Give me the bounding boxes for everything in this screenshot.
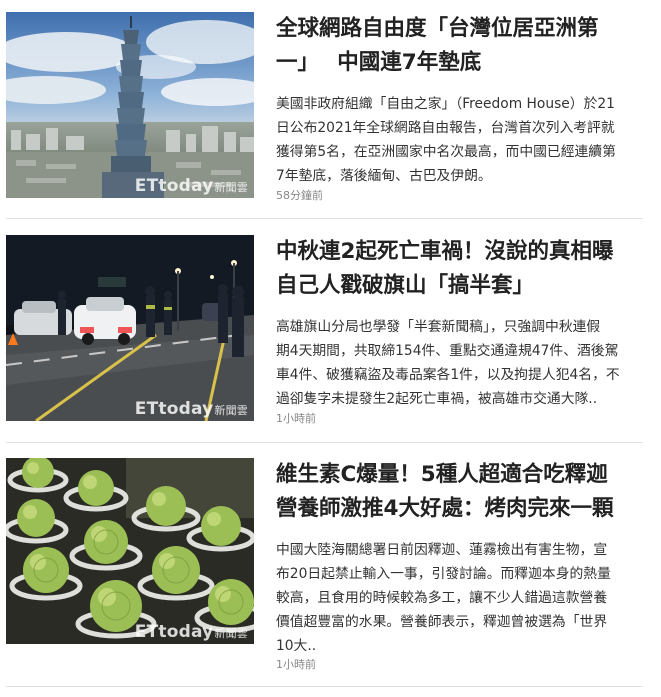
watermark: ETtoday新聞雲: [134, 176, 248, 196]
article-title[interactable]: 中秋連2起死亡車禍！沒說的真相曝 自己人戳破旗山「搞半套」: [276, 235, 646, 303]
divider: [6, 218, 643, 219]
article-summary: 中國大陸海關總署日前因釋迦、蓮霧檢出有害生物，宣 布20日起禁止輸入一事，引發討…: [276, 542, 611, 654]
news-list: ETtoday新聞雲 全球網路自由度「台灣位居亞洲第 一」 中國連7年墊底 美國…: [0, 0, 661, 697]
article-thumbnail[interactable]: ETtoday新聞雲: [6, 12, 254, 198]
article-title[interactable]: 維生素C爆量！5種人超適合吃釋迦 營養師激推4大好處：烤肉完來一顆: [276, 458, 646, 526]
article-thumbnail[interactable]: ETtoday新聞雲: [6, 458, 254, 644]
article-summary: 美國非政府組織「自由之家」（Freedom House）於21 日公布2021年…: [276, 96, 616, 184]
divider: [6, 686, 643, 687]
taipei-101-skyline-photo-icon: [6, 12, 254, 198]
article-thumbnail[interactable]: ETtoday新聞雲: [6, 235, 254, 421]
article-time: 58分鐘前: [276, 189, 323, 202]
article-time: 1小時前: [276, 658, 316, 671]
watermark: ETtoday新聞雲: [134, 622, 248, 642]
watermark: ETtoday新聞雲: [134, 399, 248, 419]
sugar-apple-fruit-photo-icon: [6, 458, 254, 644]
police-checkpoint-night-photo-icon: [6, 235, 254, 421]
article-time: 1小時前: [276, 412, 316, 425]
article-title[interactable]: 全球網路自由度「台灣位居亞洲第 一」 中國連7年墊底: [276, 12, 646, 80]
divider: [6, 442, 643, 443]
article-summary: 高雄旗山分局也學發「半套新聞稿」，只強調中秋連假 期4天期間，共取締154件、重…: [276, 319, 620, 407]
